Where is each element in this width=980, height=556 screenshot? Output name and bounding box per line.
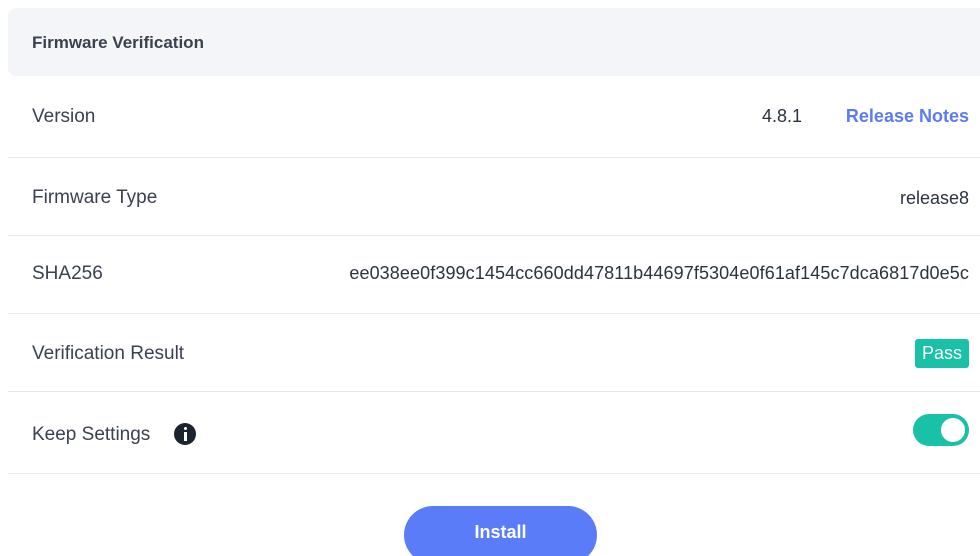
version-value: 4.8.1 — [761, 106, 802, 126]
toggle-knob — [941, 418, 965, 442]
status-badge: Pass — [914, 339, 969, 368]
verification-result-row: Verification Result Pass — [8, 314, 980, 392]
install-button[interactable]: Install — [404, 506, 597, 556]
verification-result-label: Verification Result — [32, 343, 185, 364]
sha256-value: ee038ee0f399c1454cc660dd47811b44697f5304… — [349, 263, 969, 283]
keep-settings-toggle[interactable] — [913, 414, 969, 446]
keep-settings-label: Keep Settings — [32, 424, 151, 445]
firmware-type-label: Firmware Type — [32, 187, 158, 208]
panel-title: Firmware Verification — [32, 33, 204, 52]
release-notes-link[interactable]: Release Notes — [846, 106, 969, 127]
version-row: Version 4.8.1 Release Notes — [8, 76, 980, 158]
keep-settings-row: Keep Settings — [8, 392, 980, 474]
info-icon[interactable] — [174, 423, 196, 445]
firmware-type-row: Firmware Type release8 — [8, 158, 980, 236]
sha256-row: SHA256 ee038ee0f399c1454cc660dd47811b446… — [8, 236, 980, 314]
firmware-verification-panel: Firmware Verification Version 4.8.1 Rele… — [0, 0, 980, 556]
firmware-type-value: release8 — [899, 188, 969, 208]
panel-header: Firmware Verification — [8, 8, 980, 76]
version-label: Version — [32, 106, 96, 127]
sha256-label: SHA256 — [32, 263, 103, 284]
